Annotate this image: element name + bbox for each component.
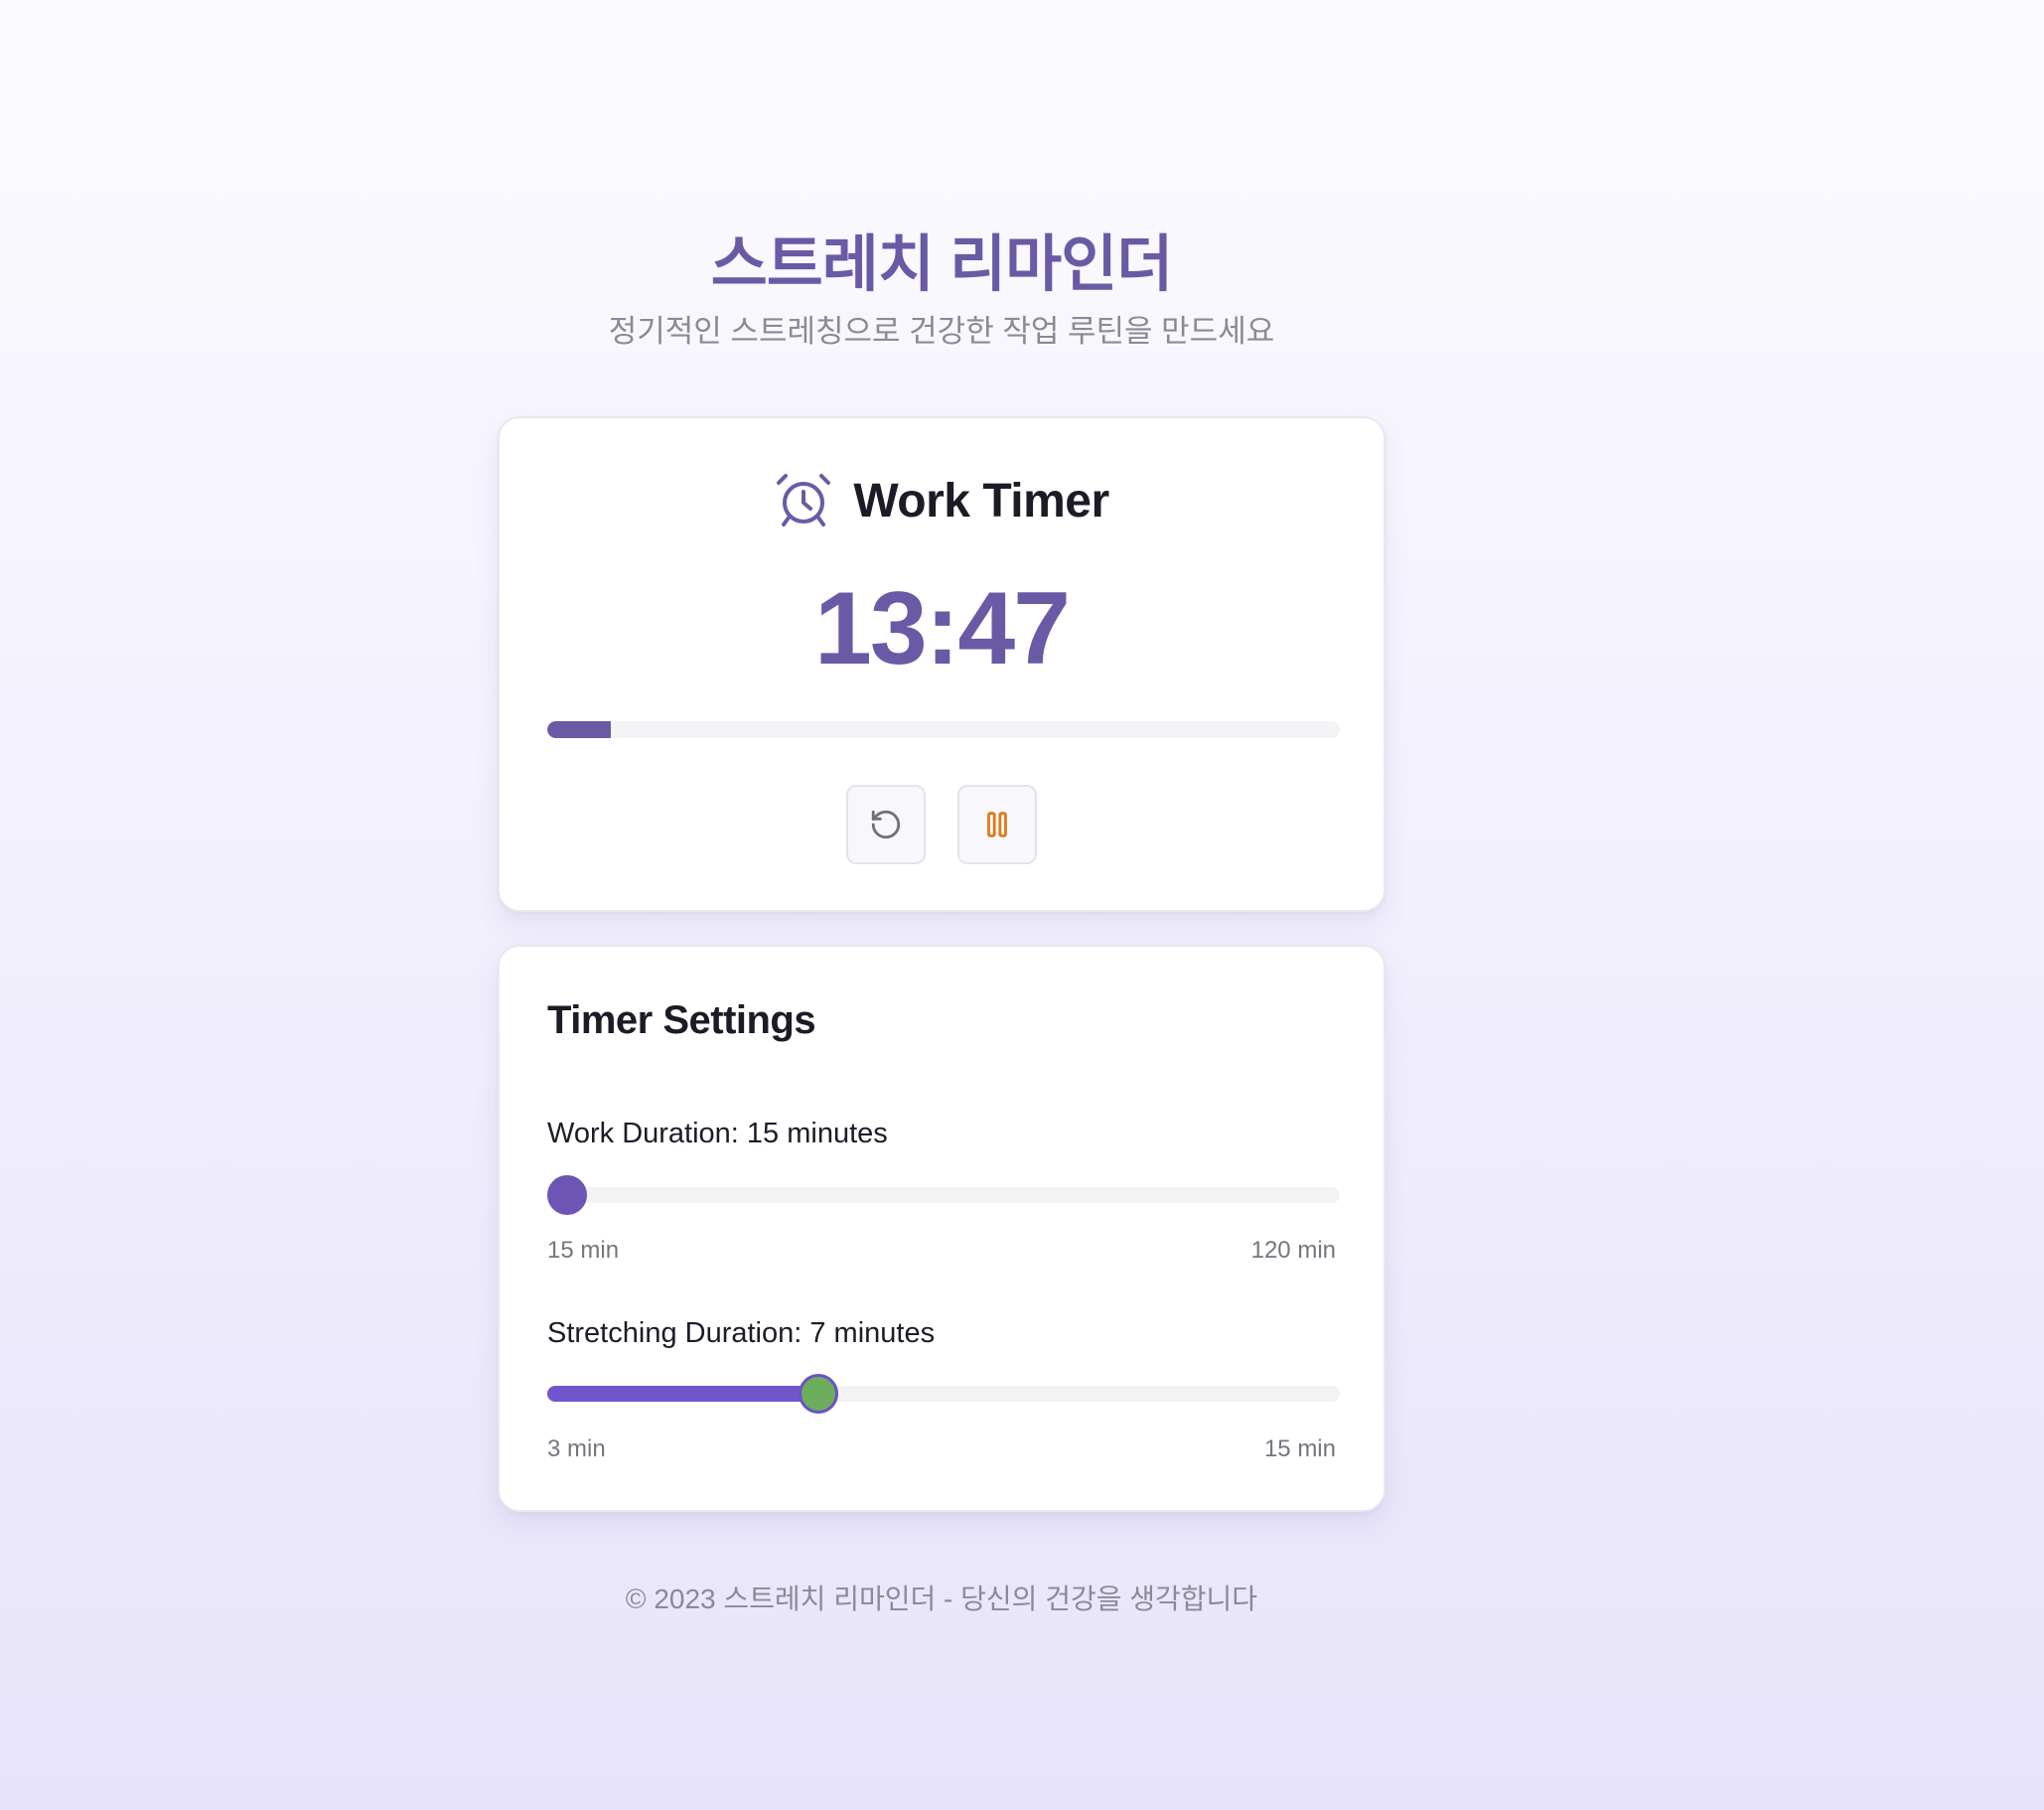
slider-fill (547, 1386, 818, 1402)
work-duration-label: Work Duration: 15 minutes (547, 1118, 888, 1149)
slider-thumb[interactable] (798, 1374, 838, 1414)
alarm-clock-icon (777, 474, 831, 527)
timer-header: Work Timer (500, 470, 1384, 531)
timer-progress-fill (547, 721, 611, 738)
footer: © 2023 스트레치 리마인더 - 당신의 건강을 생각합니다 (625, 1584, 1258, 1614)
work-duration-slider[interactable] (547, 1175, 1340, 1215)
work-timer-card: Work Timer 13:47 (498, 416, 1386, 912)
reset-icon (871, 810, 901, 839)
timer-settings-card: Timer Settings Work Duration: 15 minutes… (498, 945, 1386, 1512)
timer-title: Work Timer (853, 474, 1109, 528)
stretch-max-label: 15 min (1263, 1435, 1336, 1462)
reset-button[interactable] (846, 785, 926, 864)
app-title: 스트레치 리마인더 (710, 230, 1174, 299)
timer-controls (500, 785, 1384, 864)
slider-thumb[interactable] (547, 1175, 587, 1215)
pause-icon (987, 812, 1007, 837)
pause-button[interactable] (957, 785, 1037, 864)
settings-title: Timer Settings (547, 998, 816, 1042)
stretch-min-label: 3 min (547, 1435, 606, 1462)
work-min-label: 15 min (547, 1237, 620, 1264)
slider-track (547, 1187, 1340, 1203)
time-display: 13:47 (814, 571, 1071, 686)
timer-progress-bar (547, 721, 1340, 738)
stretching-duration-slider[interactable] (547, 1374, 1340, 1414)
app-subtitle: 정기적인 스트레칭으로 건강한 작업 루틴을 만드세요 (608, 314, 1275, 349)
stretching-duration-label: Stretching Duration: 7 minutes (547, 1317, 936, 1349)
work-max-label: 120 min (1250, 1237, 1336, 1264)
